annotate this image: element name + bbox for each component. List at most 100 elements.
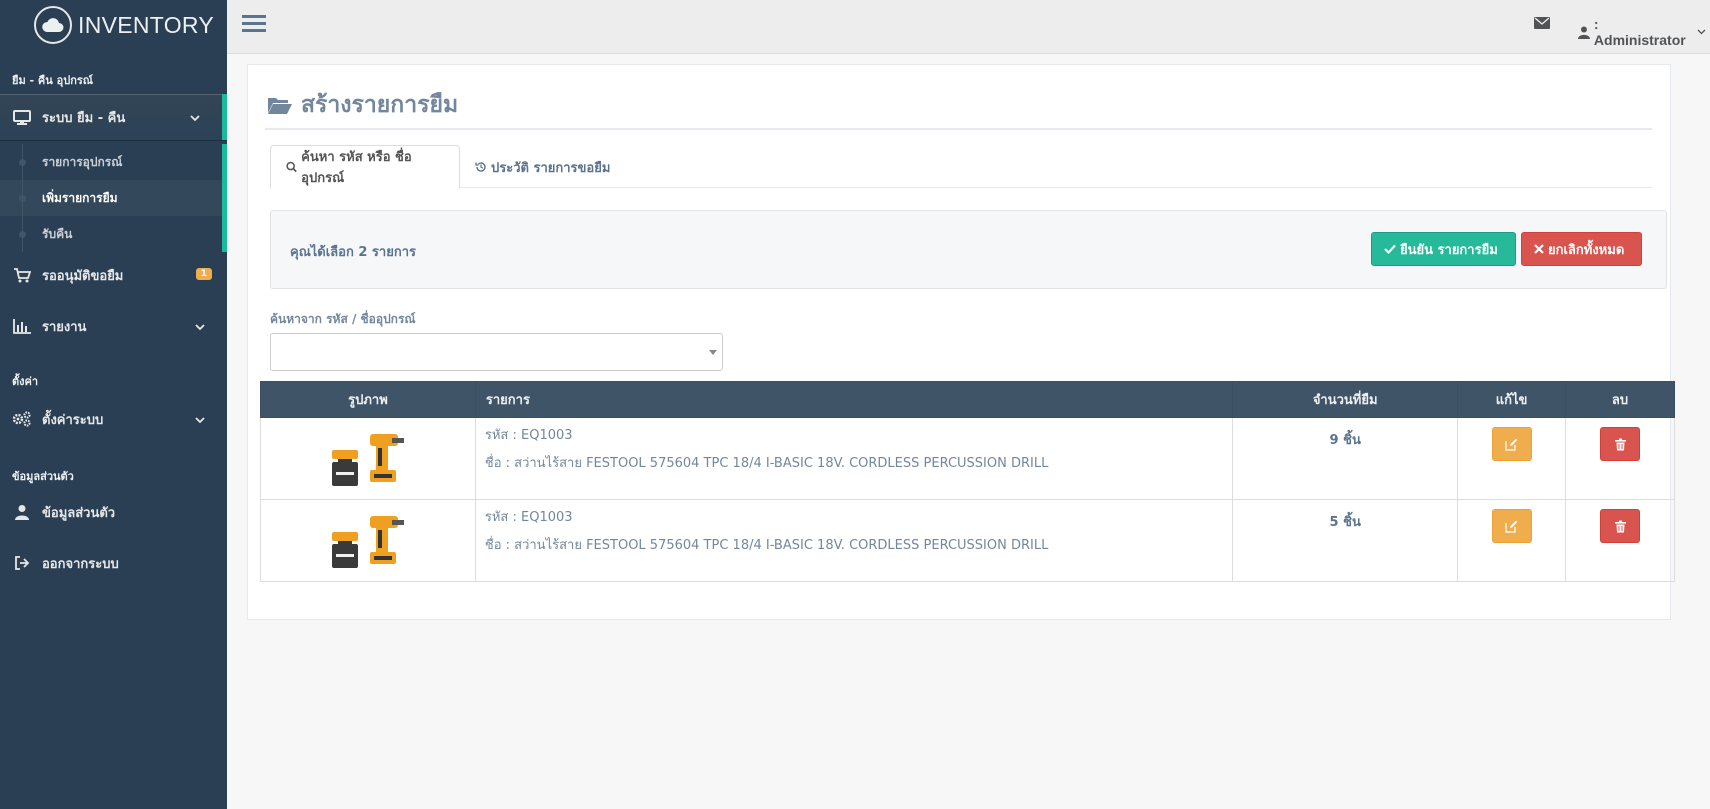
cancel-all-label: ยกเลิกทั้งหมด	[1548, 242, 1625, 258]
history-icon	[475, 162, 486, 172]
edit-cell	[1457, 499, 1567, 582]
menu-logout-label: ออกจากระบบ	[42, 556, 119, 572]
item-cell: รหัส : EQ1003 ชื่อ : สว่านไร้สาย FESTOOL…	[474, 499, 1234, 582]
search-icon	[286, 161, 297, 173]
caret-down-icon	[709, 350, 717, 355]
section-profile: ข้อมูลส่วนตัว	[12, 470, 74, 483]
section-settings: ตั้งค่า	[12, 375, 39, 388]
table-header-row: รูปภาพ รายการ จำนวนที่ยืม แก้ไข ลบ	[260, 381, 1675, 418]
menu-system-settings[interactable]: ตั้งค่าระบบ	[0, 396, 227, 442]
bar-chart-icon	[12, 318, 32, 334]
tab-bar: ค้นหา รหัส หรือ ชื่ออุปกรณ์ ประวัติ รายก…	[270, 145, 1652, 189]
quantity-cell: 5 ชิ้น	[1232, 499, 1459, 582]
cancel-all-button[interactable]: ยกเลิกทั้งหมด	[1521, 232, 1642, 266]
header-delete: ลบ	[1565, 381, 1675, 418]
user-menu[interactable]: : Administrator	[1578, 16, 1710, 48]
sidebar: INVENTORY ยืม - คืน อุปกรณ์ ระบบ ยืม - ค…	[0, 0, 227, 809]
bullet-icon	[19, 159, 26, 166]
table-row: รหัส : EQ1003 ชื่อ : สว่านไร้สาย FESTOOL…	[260, 417, 1675, 500]
header-item: รายการ	[474, 381, 1234, 418]
trash-icon	[1614, 520, 1626, 532]
drill-image	[261, 500, 475, 570]
sign-out-icon	[12, 556, 32, 570]
user-icon	[12, 504, 32, 520]
cart-icon	[12, 267, 32, 283]
menu-pending-label: รออนุมัติขอยืม	[42, 268, 124, 284]
quantity-cell: 9 ชิ้น	[1232, 417, 1459, 500]
item-cell: รหัส : EQ1003 ชื่อ : สว่านไร้สาย FESTOOL…	[474, 417, 1234, 500]
selection-count-text: คุณได้เลือก 2 รายการ	[290, 245, 416, 260]
menu-reports[interactable]: รายงาน	[0, 303, 227, 349]
delete-cell	[1565, 499, 1675, 582]
chevron-down-icon	[1697, 29, 1706, 35]
selected-items-table: รูปภาพ รายการ จำนวนที่ยืม แก้ไข ลบ รหัส …	[260, 381, 1675, 582]
menu-logout[interactable]: ออกจากระบบ	[0, 540, 227, 586]
cloud-icon	[34, 6, 72, 44]
sub-item-label: รายการอุปกรณ์	[42, 154, 123, 169]
confirm-borrow-label: ยืนยัน รายการยืม	[1400, 242, 1498, 258]
search-label: ค้นหาจาก รหัส / ชื่ออุปกรณ์	[270, 312, 416, 326]
header-image: รูปภาพ	[260, 381, 476, 418]
section-borrow: ยืม - คืน อุปกรณ์	[12, 74, 93, 87]
item-code: รหัส : EQ1003	[484, 428, 573, 443]
image-cell	[260, 417, 476, 500]
folder-open-icon	[268, 98, 292, 114]
confirm-borrow-button[interactable]: ยืนยัน รายการยืม	[1371, 232, 1516, 266]
menu-pending-approval[interactable]: รออนุมัติขอยืม 1	[0, 252, 227, 298]
header-edit: แก้ไข	[1457, 381, 1567, 418]
trash-icon	[1614, 438, 1626, 450]
item-quantity: 9 ชิ้น	[1329, 433, 1361, 448]
item-name: ชื่อ : สว่านไร้สาย FESTOOL 575604 TPC 18…	[484, 538, 1049, 553]
item-quantity: 5 ชิ้น	[1329, 515, 1361, 530]
delete-button[interactable]	[1600, 509, 1641, 543]
tab-history[interactable]: ประวัติ รายการขอยืม	[460, 145, 625, 189]
item-name: ชื่อ : สว่านไร้สาย FESTOOL 575604 TPC 18…	[484, 456, 1049, 471]
desktop-icon	[12, 109, 32, 125]
selection-summary: คุณได้เลือก 2 รายการ ยืนยัน รายการยืม ยก…	[270, 210, 1667, 289]
delete-button[interactable]	[1600, 427, 1641, 461]
tab-history-label: ประวัติ รายการขอยืม	[491, 160, 611, 176]
equipment-search-select[interactable]	[270, 333, 723, 371]
page-title-text: สร้างรายการยืม	[301, 92, 459, 118]
user-name: : Administrator	[1593, 16, 1686, 48]
drill-image	[261, 418, 475, 488]
brand[interactable]: INVENTORY	[0, 0, 227, 50]
table-row: รหัส : EQ1003 ชื่อ : สว่านไร้สาย FESTOOL…	[260, 499, 1675, 582]
sidebar-item-add-borrow[interactable]: เพิ่มรายการยืม	[0, 180, 222, 216]
gears-icon	[12, 411, 32, 427]
menu-borrow-system[interactable]: ระบบ ยืม - คืน	[0, 94, 227, 140]
page-title: สร้างรายการยืม	[267, 87, 458, 123]
brand-name: INVENTORY	[78, 11, 215, 38]
edit-button[interactable]	[1491, 427, 1532, 461]
menu-toggle-icon[interactable]	[242, 13, 266, 39]
item-code: รหัส : EQ1003	[484, 510, 573, 525]
envelope-icon[interactable]	[1534, 17, 1550, 33]
menu-borrow-system-label: ระบบ ยืม - คืน	[42, 110, 126, 126]
top-nav: : Administrator	[227, 0, 1710, 54]
bullet-icon	[19, 231, 26, 238]
bullet-icon	[19, 195, 26, 202]
divider	[265, 128, 1652, 130]
menu-reports-label: รายงาน	[42, 319, 87, 335]
content-panel: สร้างรายการยืม ค้นหา รหัส หรือ ชื่ออุปกร…	[247, 64, 1675, 620]
edit-button[interactable]	[1491, 509, 1532, 543]
delete-cell	[1565, 417, 1675, 500]
sub-item-label: เพิ่มรายการยืม	[42, 190, 118, 205]
edit-cell	[1457, 417, 1567, 500]
edit-icon	[1505, 520, 1518, 533]
image-cell	[260, 499, 476, 582]
pending-badge: 1	[195, 268, 212, 280]
sidebar-item-return[interactable]: รับคืน	[0, 216, 222, 252]
borrow-submenu: รายการอุปกรณ์ เพิ่มรายการยืม รับคืน	[0, 144, 227, 252]
menu-profile[interactable]: ข้อมูลส่วนตัว	[0, 489, 227, 535]
close-icon	[1534, 244, 1544, 254]
menu-profile-label: ข้อมูลส่วนตัว	[42, 505, 116, 521]
chevron-down-icon	[190, 111, 200, 126]
menu-system-settings-label: ตั้งค่าระบบ	[42, 412, 104, 428]
tab-search[interactable]: ค้นหา รหัส หรือ ชื่ออุปกรณ์	[270, 145, 460, 189]
chevron-down-icon	[195, 413, 205, 428]
check-icon	[1384, 244, 1396, 254]
sub-item-label: รับคืน	[42, 226, 73, 241]
sidebar-item-equipment-list[interactable]: รายการอุปกรณ์	[0, 144, 222, 180]
chevron-down-icon	[195, 320, 205, 335]
